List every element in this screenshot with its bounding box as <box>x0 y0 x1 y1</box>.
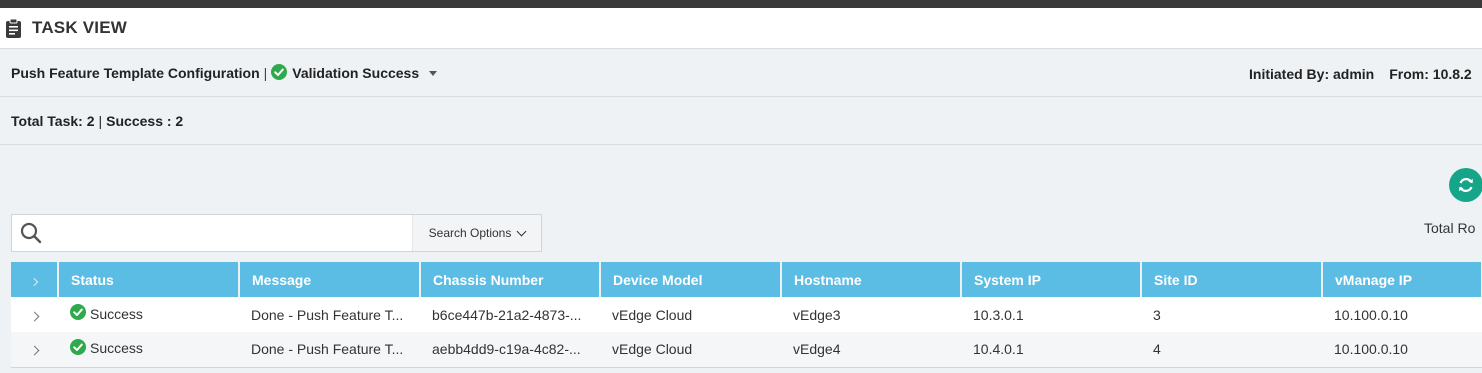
refresh-icon <box>1459 178 1473 192</box>
expand-all-column[interactable] <box>11 262 59 297</box>
status-cell: Success <box>58 297 239 332</box>
vmanage-ip-cell: 10.100.0.10 <box>1334 341 1408 358</box>
success-check-icon <box>271 63 288 83</box>
summary-separator: | <box>98 113 103 129</box>
column-header[interactable]: Status <box>58 262 240 297</box>
validation-status-dropdown[interactable]: Validation Success <box>292 65 419 81</box>
task-name: Push Feature Template Configuration <box>11 65 260 81</box>
system-ip-cell: 10.3.0.1 <box>973 306 1024 323</box>
chevron-down-icon[interactable] <box>429 70 438 76</box>
success-count: Success : 2 <box>106 113 184 129</box>
site-id-cell: 3 <box>1153 306 1161 323</box>
success-check-icon <box>70 304 86 323</box>
status-text: Success <box>90 305 143 322</box>
search-input[interactable] <box>50 215 412 251</box>
page-title: TASK VIEW <box>32 18 127 37</box>
chassis-number-cell: b6ce447b-21a2-4873-... <box>432 306 582 323</box>
table-row[interactable]: Success Done - Push Feature T... b6ce447… <box>11 297 1482 332</box>
vmanage-ip-cell: 10.100.0.10 <box>1334 306 1408 323</box>
chevron-right-icon <box>29 277 39 286</box>
status-cell: Success <box>58 332 239 367</box>
page-header: TASK VIEW <box>0 8 1482 49</box>
success-check-icon <box>70 339 86 358</box>
chevron-right-icon <box>29 311 40 321</box>
clipboard-icon <box>5 18 22 38</box>
column-header[interactable]: Device Model <box>600 262 782 297</box>
total-task-count: Total Task: 2 <box>11 113 95 129</box>
column-header[interactable]: Site ID <box>1141 262 1323 297</box>
top-window-bar <box>0 0 1482 8</box>
column-header[interactable]: System IP <box>961 262 1142 297</box>
task-meta: Initiated By: admin From: 10.8.2 <box>1249 50 1482 97</box>
search-options-label: Search Options <box>428 226 512 240</box>
expand-row-button[interactable] <box>11 332 58 367</box>
task-table: Status Message Chassis Number Device Mod… <box>11 262 1482 368</box>
device-model-cell: vEdge Cloud <box>612 341 693 358</box>
task-info-bar: Push Feature Template Configuration | Va… <box>0 50 1482 97</box>
refresh-button[interactable] <box>1449 168 1482 202</box>
column-header[interactable]: vManage IP <box>1322 262 1482 297</box>
chassis-number-cell: aebb4dd9-c19a-4c82-... <box>432 341 581 358</box>
initiated-from: From: 10.8.2 <box>1389 65 1472 82</box>
column-header[interactable]: Chassis Number <box>420 262 601 297</box>
search-bar: Search Options <box>11 214 542 252</box>
table-header-row: Status Message Chassis Number Device Mod… <box>11 262 1482 297</box>
hostname-cell: vEdge4 <box>793 341 841 358</box>
search-icon[interactable] <box>12 215 50 251</box>
site-id-cell: 4 <box>1153 341 1161 358</box>
chevron-right-icon <box>29 345 40 356</box>
status-text: Success <box>90 340 143 357</box>
task-summary: Total Task: 2 | Success : 2 <box>0 98 1482 145</box>
expand-row-button[interactable] <box>11 297 58 332</box>
chevron-down-icon <box>516 226 527 236</box>
task-separator: | <box>263 65 268 81</box>
message-cell: Done - Push Feature T... <box>251 341 404 358</box>
column-header[interactable]: Hostname <box>781 262 962 297</box>
total-rows-label: Total Ro <box>1424 220 1476 236</box>
device-model-cell: vEdge Cloud <box>612 306 693 323</box>
column-header[interactable]: Message <box>239 262 421 297</box>
initiated-by: Initiated By: admin <box>1249 65 1375 82</box>
table-row[interactable]: Success Done - Push Feature T... aebb4dd… <box>11 332 1482 367</box>
search-options-dropdown[interactable]: Search Options <box>412 215 541 251</box>
hostname-cell: vEdge3 <box>793 306 841 323</box>
system-ip-cell: 10.4.0.1 <box>973 341 1024 358</box>
message-cell: Done - Push Feature T... <box>251 306 404 323</box>
